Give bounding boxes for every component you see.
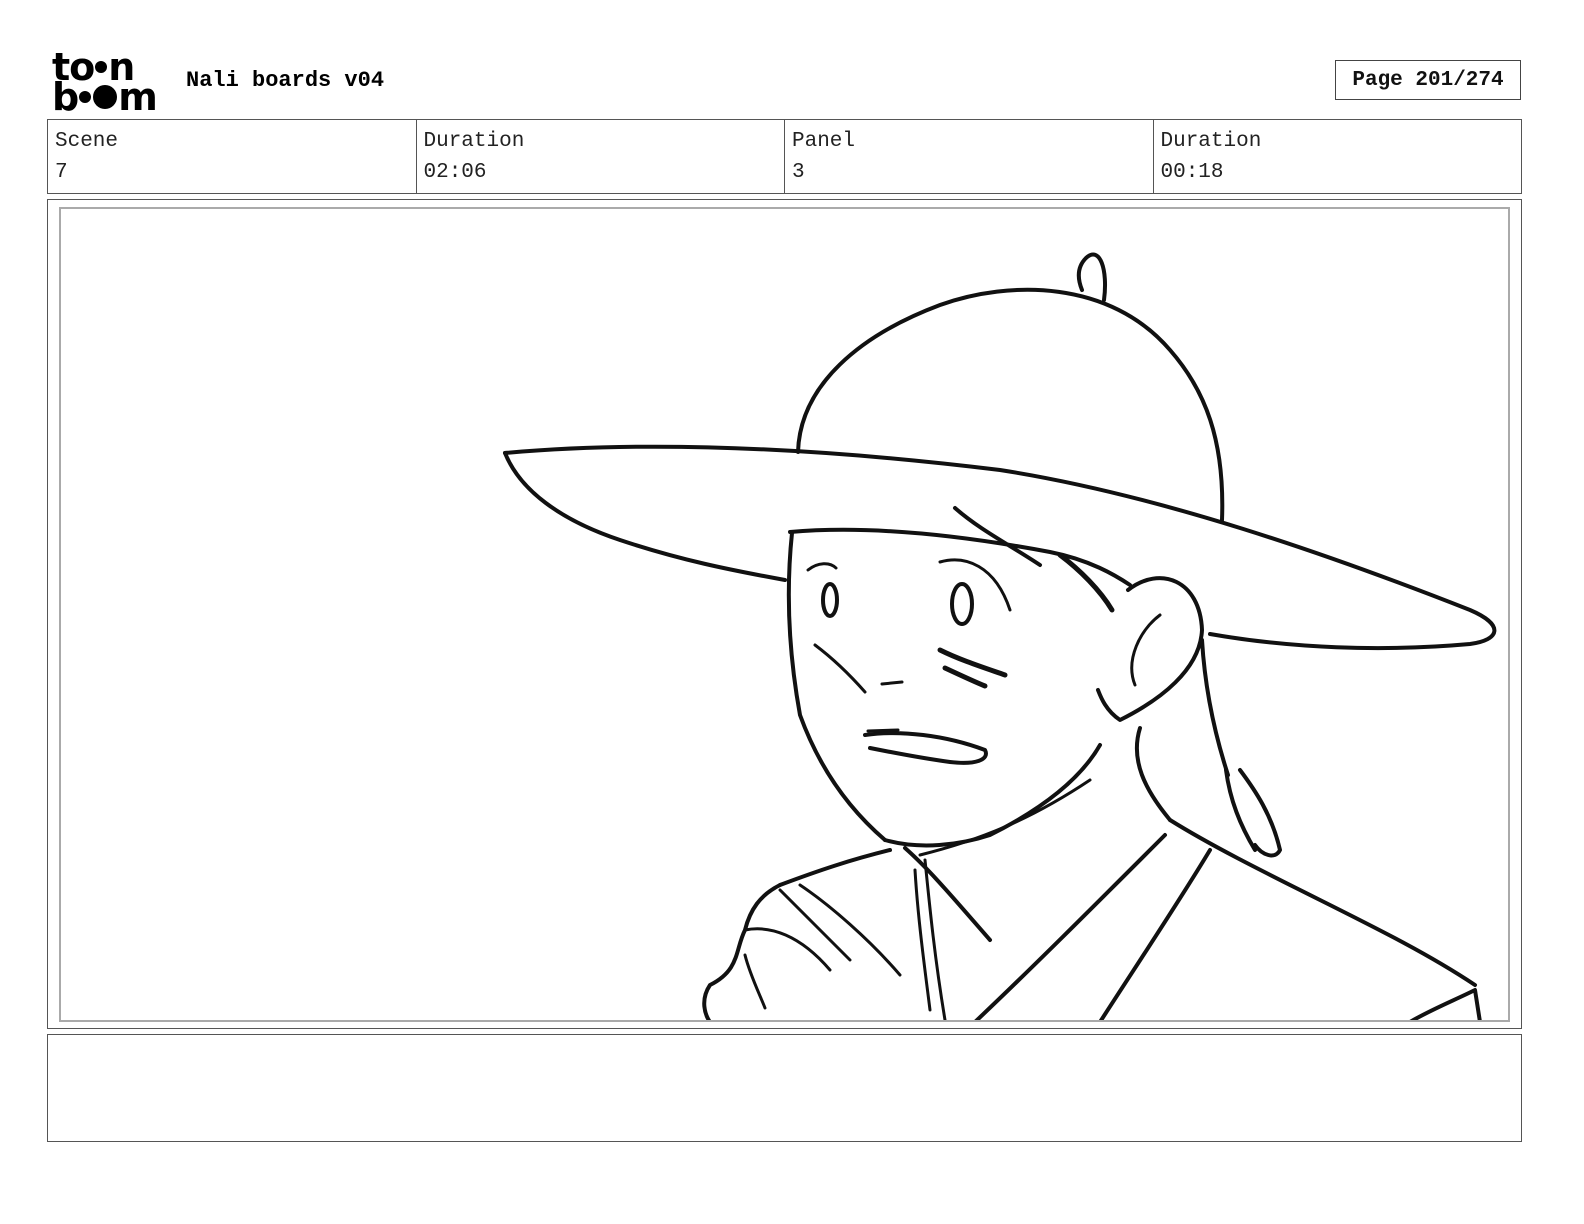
page-number: Page 201/274 (1335, 60, 1521, 100)
panel-info-row: Scene 7 Duration 02:06 Panel 3 Duration … (47, 119, 1522, 194)
logo-letter-m: m (118, 75, 158, 119)
collar-left (778, 848, 892, 887)
left-eye (821, 582, 839, 618)
braid-tie (1224, 768, 1282, 858)
panel-notes (47, 1034, 1522, 1142)
shoulder-right (1168, 818, 1477, 987)
toonboom-logo: to n bm (52, 48, 164, 119)
project-title: Nali boards v04 (186, 68, 385, 93)
hand (702, 883, 782, 1020)
neck-right (1134, 726, 1172, 822)
scene-cell: Scene 7 (48, 120, 417, 193)
storyboard-sketch (503, 252, 1497, 1020)
ear (1096, 576, 1204, 722)
right-eye (950, 582, 974, 626)
logo-letter-b: b (52, 75, 79, 119)
scene-value: 7 (55, 161, 68, 184)
logo-line-bottom: bm (52, 75, 164, 119)
hat-brim-bottom (503, 451, 787, 582)
face-left (786, 531, 887, 842)
panel-drawing-area (59, 207, 1510, 1022)
hair-strand-1 (953, 506, 1042, 567)
hat-brim-top (503, 444, 1497, 651)
ear-inner (1130, 613, 1162, 687)
left-brow (806, 562, 838, 572)
collar-right (1098, 848, 1212, 1020)
mouth-top (863, 731, 988, 765)
mouth-line (866, 728, 900, 733)
fingers (743, 883, 902, 977)
panel-cell: Panel 3 (785, 120, 1154, 193)
panel-duration-cell: Duration 00:18 (1154, 120, 1522, 193)
panel-duration-value: 00:18 (1160, 161, 1224, 184)
scene-duration-label: Duration (423, 130, 525, 153)
sleeve-right (1409, 988, 1482, 1020)
cheek-mark-left (813, 643, 867, 694)
collar-v (974, 833, 1167, 1020)
hat-stem (1076, 252, 1107, 302)
panel-label: Panel (792, 130, 856, 153)
nose (880, 680, 904, 686)
scene-duration-value: 02:06 (423, 161, 487, 184)
logo-dot (93, 85, 118, 109)
scene-duration-cell: Duration 02:06 (417, 120, 785, 193)
thumb (743, 953, 767, 1010)
logo-dot (79, 91, 92, 103)
scene-label: Scene (55, 130, 119, 153)
cheek-mark-right-2 (942, 665, 988, 689)
hair-line (788, 527, 1132, 587)
logo-dot (95, 61, 108, 73)
panel-value: 3 (792, 161, 805, 184)
hair-back (1200, 638, 1230, 777)
panel-duration-label: Duration (1160, 130, 1262, 153)
hat-crown (796, 287, 1225, 522)
